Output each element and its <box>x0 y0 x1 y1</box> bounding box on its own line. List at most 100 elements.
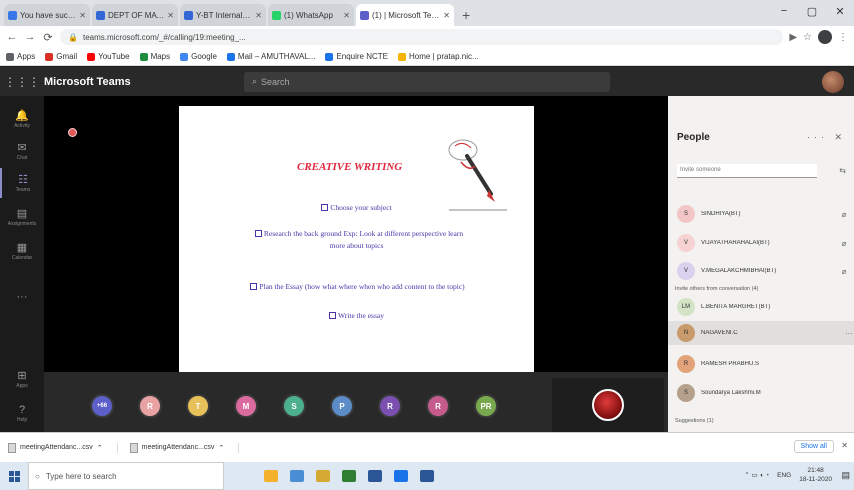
bookmark-item[interactable]: Mail – AMUTHAVAL... <box>226 52 315 61</box>
suggestions-section[interactable]: Suggestions (1) <box>675 418 714 424</box>
more-options-icon[interactable]: ··· <box>844 329 854 338</box>
taskbar-app-icon[interactable] <box>264 470 278 482</box>
new-tab-button[interactable]: + <box>456 7 476 26</box>
download-item[interactable]: meetingAttendanc...csv ⌃ <box>8 442 118 453</box>
rail-item-more[interactable]: ··· <box>0 282 44 312</box>
participant-avatar[interactable]: PR <box>474 394 498 418</box>
browser-tab[interactable]: DEPT OF MATHS HOD2020✕ <box>92 4 178 26</box>
close-downloads-icon[interactable]: ✕ <box>841 441 848 450</box>
participant-avatar[interactable]: R <box>426 394 450 418</box>
more-icon: ··· <box>16 290 28 303</box>
participant-row[interactable]: R RAMESH PRABHU.S <box>677 352 849 376</box>
close-window-button[interactable]: ✕ <box>826 5 854 18</box>
invite-others-section[interactable]: Invite others from conversation (4) <box>675 286 758 292</box>
bookmark-item[interactable]: Maps <box>139 52 170 61</box>
app-launcher-icon[interactable]: ⋮⋮⋮ <box>0 75 44 89</box>
participant-avatar[interactable]: P <box>330 394 354 418</box>
bookmark-item[interactable]: Google <box>180 52 217 61</box>
bookmark-item[interactable]: Enquire NCTE <box>325 52 388 61</box>
tray-icons[interactable]: ⌃ ▭ ◖ ◔ <box>744 471 769 479</box>
browser-tab[interactable]: (1) WhatsApp ✕ <box>268 4 354 26</box>
downloads-bar: meetingAttendanc...csv ⌃ meetingAttendanc.… <box>0 432 854 462</box>
rail-item-chat[interactable]: ✉ Chat <box>0 136 44 166</box>
taskbar-app-icon[interactable] <box>420 470 434 482</box>
maximize-button[interactable]: ▢ <box>798 5 826 18</box>
tab-close-icon[interactable]: ✕ <box>167 11 174 20</box>
participant-row[interactable]: S SINDHIYA(BT) ⌀ <box>677 202 849 226</box>
profile-avatar[interactable] <box>818 30 832 44</box>
taskbar-app-icon[interactable] <box>394 470 408 482</box>
camera-permission-icon[interactable]: ▶ <box>789 32 797 43</box>
rail-item-assignments[interactable]: ▤ Assignments <box>0 202 44 232</box>
rail-item-teams[interactable]: ☷ Teams <box>0 168 44 198</box>
tab-close-icon[interactable]: ✕ <box>79 11 86 20</box>
reload-icon[interactable]: ⟳ <box>42 31 54 44</box>
mic-muted-icon[interactable]: ⌀ <box>839 210 849 219</box>
self-video-tile[interactable] <box>552 378 664 432</box>
show-all-button[interactable]: Show all <box>793 440 834 453</box>
bookmark-item[interactable]: YouTube <box>87 52 130 61</box>
participant-row[interactable]: N NAGAVENI.C ··· <box>668 321 854 345</box>
chevron-up-icon[interactable]: ⌃ <box>97 444 103 452</box>
mic-muted-icon[interactable]: ⌀ <box>839 267 849 276</box>
browser-tab[interactable]: Y-BT Internal marks PS2020✕ <box>180 4 266 26</box>
bookmark-item[interactable]: Apps <box>6 52 35 61</box>
browser-tab[interactable]: (1) | Microsoft Teams ✕ <box>356 4 454 26</box>
bookmarks-bar: Apps Gmail YouTube Maps Google Mail – AMUTHAV… <box>0 48 854 66</box>
participant-row[interactable]: V VIJAYATHARAHALAI(BT) ⌀ <box>677 231 849 255</box>
tab-favicon-icon <box>360 10 369 20</box>
taskbar-app-icon[interactable] <box>368 470 382 482</box>
start-button[interactable] <box>0 462 28 490</box>
participant-avatar[interactable]: T <box>186 394 210 418</box>
bookmark-item[interactable]: Home | pratap.nic... <box>398 52 479 61</box>
tab-close-icon[interactable]: ✕ <box>255 11 262 20</box>
chat-icon: ✉ <box>17 142 27 154</box>
participant-avatar[interactable]: M <box>234 394 258 418</box>
rail-item-calendar[interactable]: ▦ Calendar <box>0 236 44 266</box>
system-tray: ⌃ ▭ ◖ ◔ ENG 21:48 18-11-2020 <box>744 466 832 484</box>
clock-time: 21:48 <box>807 467 824 474</box>
share-invite-icon[interactable]: ⇆ <box>839 166 846 175</box>
search-input[interactable]: ⌕ Search <box>244 71 610 92</box>
bookmark-item[interactable]: Gmail <box>45 52 77 61</box>
participant-row[interactable]: V V.MEGALAKCHMIBHAI(BT) ⌀ <box>677 259 849 283</box>
language-indicator[interactable]: ENG <box>777 472 791 479</box>
minimize-button[interactable]: − <box>770 5 798 17</box>
checkbox-bullet-icon <box>321 204 329 211</box>
participant-avatar[interactable]: S <box>282 394 306 418</box>
invite-input[interactable]: Invite someone <box>677 164 817 178</box>
user-avatar[interactable] <box>822 71 844 93</box>
download-item[interactable]: meetingAttendanc...csv ⌃ <box>129 442 240 453</box>
tab-title: (1) | Microsoft Teams <box>372 10 441 20</box>
participant-row[interactable]: LM L.BENITA MARGRET(BT) <box>677 295 849 319</box>
taskbar-app-icon[interactable] <box>290 470 304 482</box>
notification-icon[interactable]: ▤ <box>841 470 850 481</box>
chevron-up-icon[interactable]: ⌃ <box>218 444 224 452</box>
mic-muted-icon[interactable]: ⌀ <box>839 239 849 248</box>
menu-icon[interactable]: ⋮ <box>838 32 848 43</box>
tab-close-icon[interactable]: ✕ <box>343 11 350 20</box>
taskbar-app-icon[interactable] <box>342 470 356 482</box>
tab-favicon-icon <box>272 10 281 20</box>
clock[interactable]: 21:48 18-11-2020 <box>799 466 832 484</box>
participant-avatar[interactable]: R <box>378 394 402 418</box>
rail-item-apps[interactable]: ⊞ Apps <box>0 364 44 394</box>
taskbar-app-icon[interactable] <box>316 470 330 482</box>
back-icon[interactable]: ← <box>6 31 18 43</box>
participant-avatar: S <box>677 384 695 402</box>
apps-icon: ⊞ <box>17 370 27 382</box>
people-panel-controls[interactable]: ··· ✕ <box>807 132 846 143</box>
participant-avatar[interactable]: R <box>138 394 162 418</box>
url-input[interactable]: 🔒 teams.microsoft.com/_#/calling/19:meet… <box>60 29 784 45</box>
forward-icon[interactable]: → <box>24 31 36 43</box>
browser-tab[interactable]: You have successfully logged✕ <box>4 4 90 26</box>
participant-row[interactable]: S Soundarya Lakshmi.M <box>677 381 849 405</box>
taskbar-apps <box>264 470 434 482</box>
star-icon[interactable]: ☆ <box>803 32 812 43</box>
participant-avatar[interactable]: +66 <box>90 394 114 418</box>
taskbar-search-input[interactable]: ○ Type here to search <box>28 462 224 490</box>
rail-item-help[interactable]: ? Help <box>0 398 44 428</box>
tab-close-icon[interactable]: ✕ <box>443 11 450 20</box>
participant-name: Soundarya Lakshmi.M <box>701 390 761 396</box>
rail-item-activity[interactable]: 🔔 Activity <box>0 104 44 134</box>
